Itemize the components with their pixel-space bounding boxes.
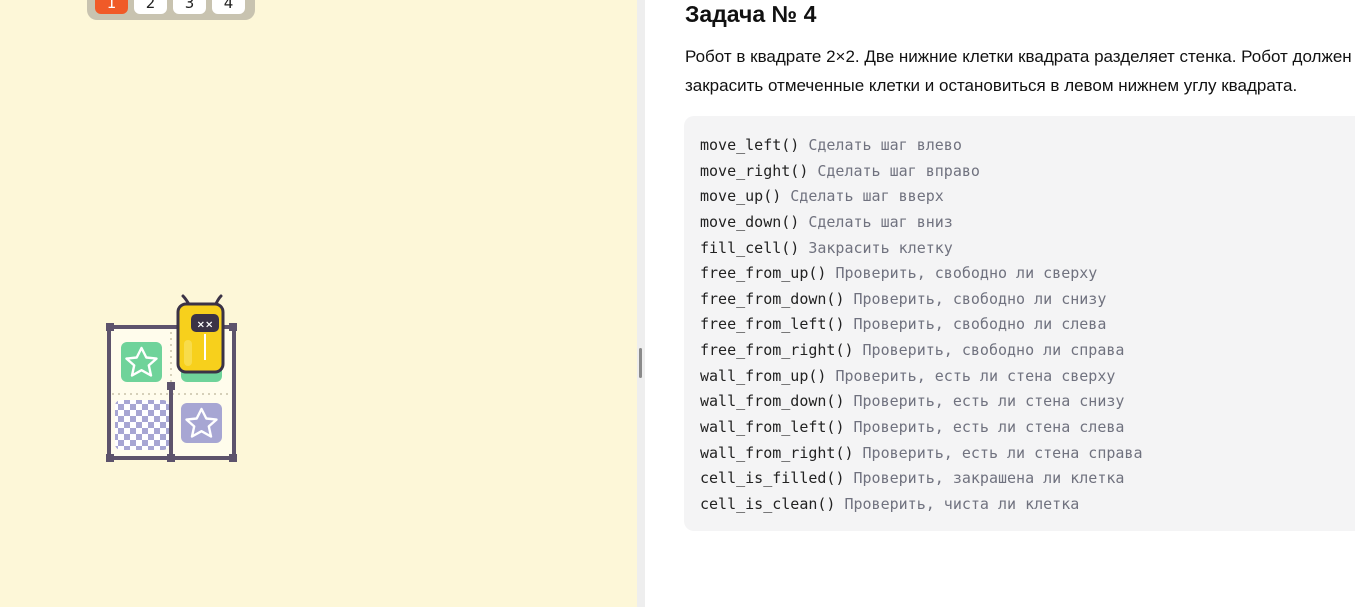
task-description-line: закрасить отмеченные клетки и остановить…	[685, 76, 1298, 95]
command-code: move_left()	[700, 136, 800, 154]
command-comment: Закрасить клетку	[808, 238, 953, 257]
command-item: wall_from_up() Проверить, есть ли стена с…	[700, 364, 1143, 390]
command-item: cell_is_clean() Проверить, чиста ли клетк…	[700, 492, 1143, 518]
command-comment: Проверить, свободно ли снизу	[853, 289, 1107, 308]
task-tab-3[interactable]: 3	[173, 0, 206, 14]
command-comment: Проверить, свободно ли справа	[862, 341, 1125, 360]
command-comment: Сделать шаг вниз	[808, 212, 953, 231]
field-pane: 1 2 3 4 ××	[0, 0, 637, 607]
command-list: move_left() Сделать шаг влево move_right(…	[700, 133, 1143, 518]
command-item: free_from_down() Проверить, свободно ли с…	[700, 287, 1143, 313]
command-code: move_down()	[700, 212, 800, 231]
command-comment: Проверить, есть ли стена справа	[862, 443, 1143, 462]
command-item: move_right() Сделать шаг вправо	[700, 159, 1143, 185]
command-item: free_from_up() Проверить, свободно ли све…	[700, 261, 1143, 287]
command-item: cell_is_filled() Проверить, закрашена ли …	[700, 466, 1143, 492]
command-code: fill_cell()	[700, 238, 800, 257]
command-code: move_right()	[700, 161, 809, 180]
command-item: fill_cell() Закрасить клетку	[700, 236, 1143, 262]
command-item: wall_from_down() Проверить, есть ли стена…	[700, 389, 1143, 415]
checkered-cell-icon	[115, 400, 169, 450]
pane-divider[interactable]	[637, 0, 645, 607]
task-tab-1[interactable]: 1	[95, 0, 128, 14]
task-title: Задача № 4	[685, 1, 817, 27]
wall-post	[229, 454, 237, 462]
command-code: wall_from_up()	[700, 366, 827, 385]
command-item: move_left() Сделать шаг влево	[700, 133, 1143, 159]
command-comment: Сделать шаг вверх	[790, 187, 944, 206]
command-code: free_from_left()	[700, 315, 845, 334]
robot-icon: ××	[176, 294, 225, 374]
command-comment: Проверить, есть ли стена слева	[853, 418, 1125, 437]
command-item: wall_from_left() Проверить, есть ли стена…	[700, 415, 1143, 441]
wall-post	[106, 454, 114, 462]
divider-drag-handle[interactable]	[639, 348, 642, 378]
command-item: wall_from_right() Проверить, есть ли стен…	[700, 441, 1143, 467]
command-code: free_from_down()	[700, 289, 845, 308]
command-comment: Проверить, есть ли стена снизу	[853, 392, 1125, 411]
command-comment: Проверить, чиста ли клетка	[844, 494, 1080, 513]
command-code: cell_is_filled()	[700, 469, 845, 488]
command-comment: Сделать шаг влево	[808, 136, 962, 154]
command-code: move_up()	[700, 187, 782, 206]
task-description: Робот в квадрате 2×2. Две нижние клетки …	[685, 42, 1355, 100]
task-tab-2[interactable]: 2	[134, 0, 167, 14]
command-comment: Сделать шаг вправо	[817, 161, 980, 180]
command-code: wall_from_right()	[700, 443, 854, 462]
robot-board: ××	[106, 294, 237, 462]
wall-post	[167, 454, 175, 462]
command-item: free_from_left() Проверить, свободно ли с…	[700, 312, 1143, 338]
command-comment: Проверить, свободно ли слева	[853, 315, 1107, 334]
task-tab-4[interactable]: 4	[212, 0, 245, 14]
wall-post	[106, 323, 114, 331]
command-code: wall_from_down()	[700, 392, 845, 411]
task-description-line: Робот в квадрате 2×2. Две нижние клетки …	[685, 47, 1352, 66]
command-comment: Проверить, есть ли стена сверху	[835, 366, 1116, 385]
svg-text:××: ××	[197, 320, 214, 331]
command-code: cell_is_clean()	[700, 494, 836, 513]
task-tabs: 1 2 3 4	[87, 0, 255, 20]
command-code: free_from_right()	[700, 341, 854, 360]
wall-post	[167, 382, 175, 390]
command-comment: Проверить, свободно ли сверху	[835, 264, 1098, 283]
command-comment: Проверить, закрашена ли клетка	[853, 469, 1125, 488]
task-pane: Задача № 4 Робот в квадрате 2×2. Две ниж…	[645, 0, 1355, 607]
wall-post	[229, 323, 237, 331]
commands-reference: move_left() Сделать шаг влево move_right(…	[684, 116, 1355, 531]
command-item: move_up() Сделать шаг вверх	[700, 184, 1143, 210]
command-code: wall_from_left()	[700, 418, 845, 437]
command-item: free_from_right() Проверить, свободно ли …	[700, 338, 1143, 364]
command-code: free_from_up()	[700, 264, 827, 283]
command-item: move_down() Сделать шаг вниз	[700, 210, 1143, 236]
